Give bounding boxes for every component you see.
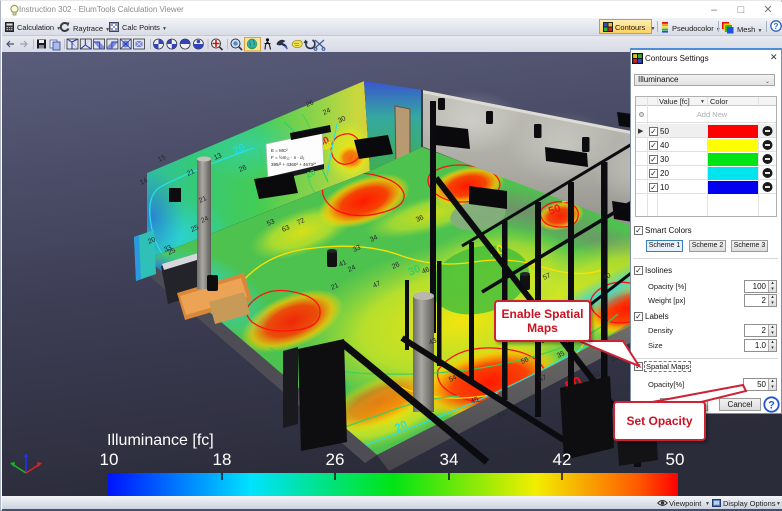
svg-text:?: ?: [774, 22, 779, 31]
svg-text:10: 10: [100, 450, 119, 469]
svg-text:E = MC²: E = MC²: [271, 148, 288, 153]
svg-text:18: 18: [213, 450, 232, 469]
svg-text:34: 34: [440, 450, 459, 469]
svg-text:42: 42: [553, 450, 572, 469]
svg-text:Illuminance [fc]: Illuminance [fc]: [107, 432, 214, 449]
svg-text:395/² + 4360² + 4673²°: 395/² + 4360² + 4673²°: [271, 162, 317, 167]
svg-text:50: 50: [666, 450, 685, 469]
svg-text:26: 26: [326, 450, 345, 469]
svg-text:F = ½m₁₂ · n · d₂: F = ½m₁₂ · n · d₂: [271, 154, 305, 160]
svg-text:?: ?: [768, 400, 775, 412]
